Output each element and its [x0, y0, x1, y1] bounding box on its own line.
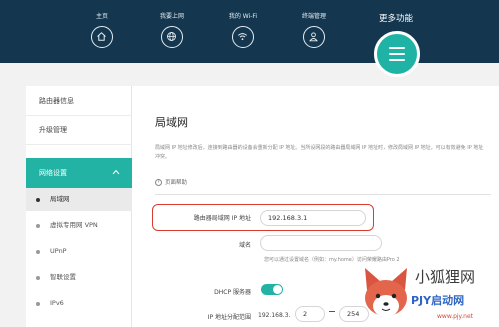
dhcp-label: DHCP 服务器 — [214, 289, 251, 296]
bullet-icon — [36, 198, 40, 202]
nav-home[interactable]: 主页 — [72, 13, 132, 48]
user-icon — [303, 26, 325, 48]
watermark-title: 小狐狸网 — [415, 268, 476, 286]
sidebar: 路由器信息 升级管理 网络设置 局域网 虚拟专用网 VPN UPnP 智联设置 … — [26, 86, 132, 327]
watermark: 小狐狸网 PJY启动网 www.pjy.net — [361, 262, 499, 327]
ip-range-start-input[interactable]: 2 — [295, 306, 325, 322]
bullet-icon — [36, 302, 40, 306]
watermark-subtitle: PJY启动网 — [411, 294, 465, 307]
page-title: 局域网 — [155, 116, 188, 129]
help-link-label: 页面帮助 — [165, 180, 188, 186]
nav-devices-label: 终端管理 — [301, 13, 326, 20]
dhcp-toggle[interactable] — [261, 284, 283, 295]
nav-home-label: 主页 — [95, 13, 108, 20]
wifi-icon — [232, 26, 254, 48]
bullet-icon — [36, 224, 40, 228]
help-link[interactable]: ? 页面帮助 — [155, 178, 187, 186]
chevron-up-icon — [112, 169, 120, 175]
toggle-knob — [273, 285, 282, 294]
sidebar-sub-vpn[interactable]: 虚拟专用网 VPN — [26, 214, 132, 237]
more-functions-button[interactable] — [374, 31, 420, 77]
sidebar-item-router-info[interactable]: 路由器信息 — [26, 86, 132, 116]
sidebar-item-network[interactable]: 网络设置 — [26, 158, 132, 188]
nav-more-label: 更多功能 — [378, 14, 413, 24]
sidebar-sub-smart[interactable]: 智联设置 — [26, 266, 132, 289]
sidebar-sub-vpn-label: 虚拟专用网 VPN — [50, 221, 98, 229]
page-description: 局域网 IP 地址修改后，连接到路由器的设备会重新分配 IP 地址。当所设网段的… — [155, 145, 484, 160]
divider — [155, 194, 491, 195]
menu-icon — [389, 47, 405, 61]
sidebar-sub-ipv6[interactable]: IPv6 — [26, 292, 132, 315]
ip-range-prefix: 192.168.3. — [258, 312, 291, 319]
domain-input[interactable] — [260, 235, 382, 251]
lan-ip-label: 路由器局域网 IP 地址 — [193, 215, 251, 222]
sidebar-sub-smart-label: 智联设置 — [50, 273, 76, 281]
range-dash — [329, 311, 335, 312]
top-nav-bar: 主页 我要上网 我的 Wi-Fi 终端管理 更多功能 — [0, 0, 499, 63]
sidebar-sub-lan-label: 局域网 — [50, 195, 70, 203]
globe-icon — [161, 26, 183, 48]
fox-logo-icon — [365, 268, 407, 317]
bullet-icon — [36, 276, 40, 280]
bullet-icon — [36, 250, 40, 254]
sidebar-sub-lan[interactable]: 局域网 — [26, 188, 132, 211]
sidebar-sub-upnp[interactable]: UPnP — [26, 240, 132, 263]
sidebar-item-upgrade[interactable]: 升级管理 — [26, 116, 132, 145]
nav-wifi-label: 我的 Wi-Fi — [228, 13, 258, 20]
sidebar-item-network-label: 网络设置 — [39, 169, 67, 177]
sidebar-sub-upnp-label: UPnP — [50, 247, 67, 255]
nav-wifi[interactable]: 我的 Wi-Fi — [213, 13, 273, 48]
nav-internet[interactable]: 我要上网 — [142, 13, 202, 48]
ip-range-label: IP 地址分配范围 — [207, 314, 251, 321]
domain-label: 域名 — [238, 242, 251, 249]
home-icon — [91, 26, 113, 48]
nav-devices[interactable]: 终端管理 — [284, 13, 344, 48]
question-icon: ? — [155, 179, 162, 186]
nav-internet-label: 我要上网 — [159, 13, 184, 20]
lan-ip-input[interactable]: 192.168.3.1 — [260, 210, 366, 226]
watermark-url: www.pjy.net — [437, 313, 474, 320]
sidebar-sub-ipv6-label: IPv6 — [50, 299, 64, 307]
